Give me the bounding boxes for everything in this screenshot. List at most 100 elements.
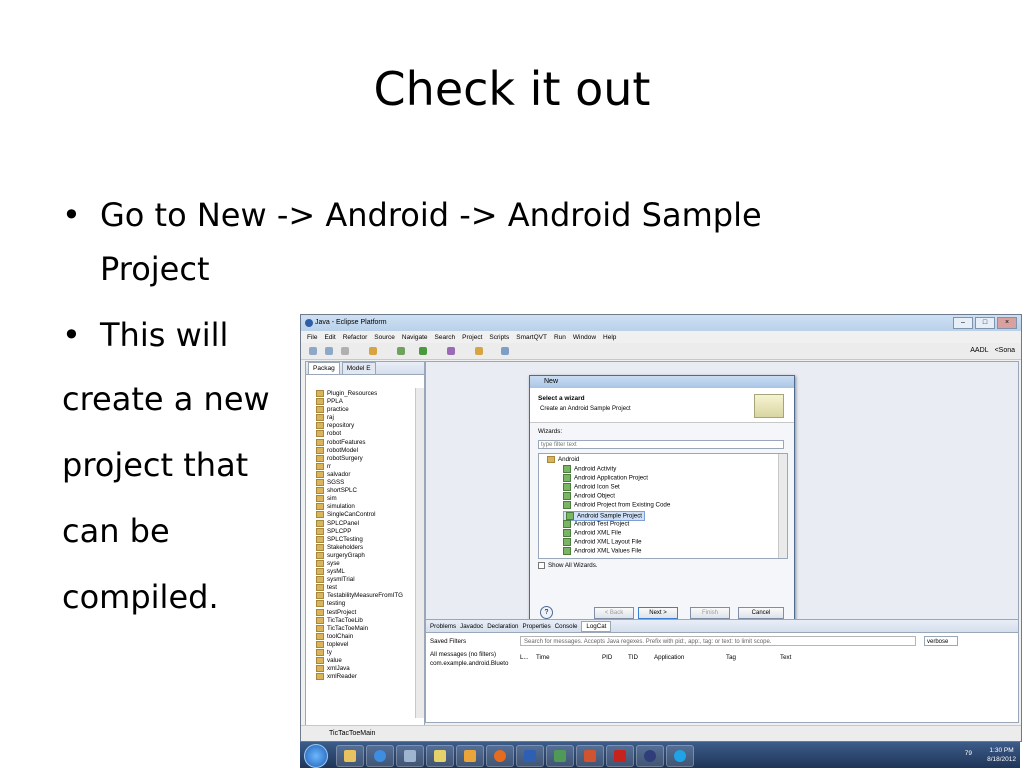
- help-icon[interactable]: ?: [540, 606, 553, 619]
- android-folder[interactable]: Android: [547, 456, 579, 463]
- wizard-filter-input[interactable]: type filter text: [538, 440, 784, 449]
- filter-bluetooth[interactable]: com.example.android.Blueto: [430, 660, 508, 669]
- menu-item[interactable]: SmartQVT: [516, 334, 547, 341]
- tree-item[interactable]: Stakeholders: [316, 543, 403, 552]
- tree-item[interactable]: sysmlTrial: [316, 576, 403, 584]
- finish-button[interactable]: Finish: [690, 607, 730, 619]
- menu-item[interactable]: Edit: [324, 334, 335, 341]
- menu-item[interactable]: Search: [435, 334, 456, 341]
- close-icon[interactable]: ×: [997, 317, 1017, 329]
- tree-item[interactable]: TestabilityMeasureFromITG: [316, 592, 403, 600]
- logcat-search-input[interactable]: Search for messages. Accepts Java regexe…: [520, 636, 916, 646]
- tree-item[interactable]: testProject: [316, 608, 403, 617]
- taskbar-app-3[interactable]: [396, 745, 424, 767]
- menu-item[interactable]: Run: [554, 334, 566, 341]
- tree-item[interactable]: practice: [316, 406, 403, 414]
- wizard-item[interactable]: Android Object: [563, 492, 615, 501]
- maximize-icon[interactable]: □: [975, 317, 995, 329]
- taskbar-firefox[interactable]: [486, 745, 514, 767]
- next-button[interactable]: Next >: [638, 607, 678, 619]
- run-icon[interactable]: [419, 347, 427, 355]
- back-icon[interactable]: [501, 347, 509, 355]
- clock[interactable]: 1:30 PM 8/18/2012: [987, 746, 1016, 764]
- external-tools-icon[interactable]: [447, 347, 455, 355]
- taskbar-ie[interactable]: [366, 745, 394, 767]
- minimize-icon[interactable]: –: [953, 317, 973, 329]
- tree-item[interactable]: simulation: [316, 503, 403, 511]
- tree-item[interactable]: testing: [316, 600, 403, 608]
- tree-item[interactable]: robotFeatures: [316, 438, 403, 447]
- tree-item[interactable]: toplevel: [316, 640, 403, 649]
- tray-badge[interactable]: 79: [965, 750, 972, 757]
- perspective-sona[interactable]: <Sona: [995, 347, 1015, 354]
- tree-item[interactable]: shortSPLC: [316, 487, 403, 495]
- taskbar-app-8[interactable]: [546, 745, 574, 767]
- bottom-tab[interactable]: Console: [555, 623, 578, 630]
- tree-item[interactable]: toolChain: [316, 632, 403, 641]
- wizard-item[interactable]: Android Application Project: [563, 474, 648, 483]
- tree-item[interactable]: robotSurgery: [316, 454, 403, 463]
- bottom-tab[interactable]: Declaration: [487, 623, 518, 630]
- tree-scrollbar[interactable]: [415, 388, 424, 718]
- save-icon[interactable]: [325, 347, 333, 355]
- tree-item[interactable]: sim: [316, 495, 403, 503]
- back-button[interactable]: < Back: [594, 607, 634, 619]
- start-button[interactable]: [304, 744, 328, 768]
- tree-item[interactable]: SGSS: [316, 479, 403, 487]
- wizard-item[interactable]: Android Test Project: [563, 519, 629, 528]
- menu-item[interactable]: Window: [573, 334, 596, 341]
- tree-item[interactable]: syse: [316, 559, 403, 568]
- tree-item[interactable]: PPLA: [316, 398, 403, 406]
- open-folder-icon[interactable]: [369, 347, 377, 355]
- menu-item[interactable]: Refactor: [343, 334, 368, 341]
- tree-item[interactable]: ty: [316, 649, 403, 657]
- taskbar-eclipse[interactable]: [636, 745, 664, 767]
- tab-package-explorer[interactable]: Packag: [308, 362, 340, 374]
- tree-item[interactable]: test: [316, 584, 403, 592]
- taskbar-word[interactable]: [516, 745, 544, 767]
- menu-item[interactable]: Source: [374, 334, 395, 341]
- tree-item[interactable]: TicTacToeLib: [316, 616, 403, 625]
- new-icon[interactable]: [309, 347, 317, 355]
- tree-item[interactable]: repository: [316, 422, 403, 430]
- search-icon[interactable]: [475, 347, 483, 355]
- tree-item[interactable]: xmlJava: [316, 665, 403, 673]
- taskbar-powerpoint[interactable]: [576, 745, 604, 767]
- tree-item[interactable]: Plugin_Resources: [316, 390, 403, 398]
- menu-item[interactable]: Scripts: [489, 334, 509, 341]
- tree-item[interactable]: SPLCPP: [316, 527, 403, 536]
- taskbar-acrobat[interactable]: [606, 745, 634, 767]
- debug-icon[interactable]: [397, 347, 405, 355]
- tree-item[interactable]: rr: [316, 462, 403, 471]
- wizard-item[interactable]: Android XML Layout File: [563, 537, 642, 546]
- menu-item[interactable]: File: [307, 334, 317, 341]
- wizard-item[interactable]: Android Project from Existing Code: [563, 501, 670, 510]
- wizard-list-scrollbar[interactable]: [778, 454, 787, 558]
- taskbar-explorer[interactable]: [336, 745, 364, 767]
- cancel-button[interactable]: Cancel: [738, 607, 784, 619]
- tree-item[interactable]: robot: [316, 430, 403, 438]
- bottom-tab[interactable]: Javadoc: [460, 623, 483, 630]
- tree-item[interactable]: xmlReader: [316, 673, 403, 681]
- tree-item[interactable]: raj: [316, 414, 403, 422]
- menu-item[interactable]: Help: [603, 334, 616, 341]
- tree-item[interactable]: robotModel: [316, 446, 403, 455]
- print-icon[interactable]: [341, 347, 349, 355]
- tree-item[interactable]: SingleCanControl: [316, 511, 403, 519]
- wizard-item[interactable]: Android Icon Set: [563, 483, 620, 492]
- tree-item[interactable]: SPLCTesting: [316, 535, 403, 544]
- perspective-aadl[interactable]: AADL: [970, 347, 988, 354]
- tree-item[interactable]: salvador: [316, 470, 403, 479]
- tree-item[interactable]: surgeryGraph: [316, 551, 403, 560]
- log-level-select[interactable]: verbose: [924, 636, 958, 646]
- tree-item[interactable]: TicTacToeMain: [316, 624, 403, 633]
- show-all-wizards-checkbox[interactable]: Show All Wizards.: [538, 562, 598, 569]
- bottom-tab[interactable]: LogCat: [581, 620, 612, 632]
- taskbar-app-4[interactable]: [426, 745, 454, 767]
- wizard-item[interactable]: Android XML File: [563, 528, 621, 537]
- tab-model-explorer[interactable]: Model E: [341, 362, 376, 374]
- menu-item[interactable]: Project: [462, 334, 482, 341]
- taskbar-skype[interactable]: [666, 745, 694, 767]
- wizard-item[interactable]: Android Activity: [563, 465, 616, 473]
- tree-item[interactable]: SPLCPanel: [316, 519, 403, 528]
